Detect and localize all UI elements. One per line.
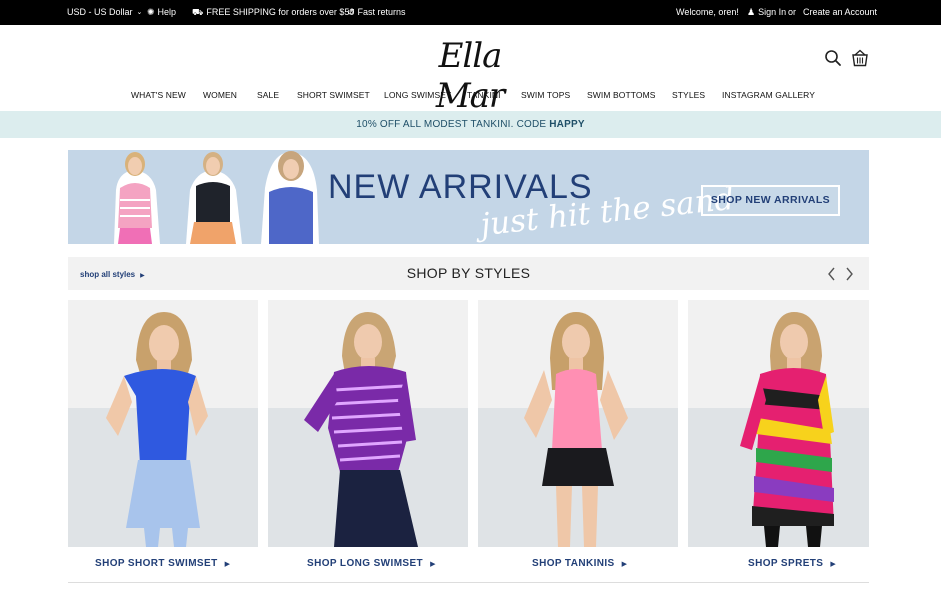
shop-tankinis-label: SHOP TANKINIS (532, 558, 615, 569)
shopping-basket-icon[interactable] (851, 49, 869, 67)
nav-item-styles[interactable]: STYLES (672, 90, 705, 100)
nav-item-whats-new[interactable]: WHAT'S NEW (131, 90, 186, 100)
carousel-next-button[interactable] (843, 266, 855, 282)
section-title: SHOP BY STYLES (406, 265, 531, 281)
shop-long-swimset-link[interactable]: SHOP LONG SWIMSET ▶ (307, 558, 436, 569)
or-separator: or (788, 7, 796, 17)
shop-sprets-label: SHOP SPRETS (748, 558, 824, 569)
fast-returns-label: Fast returns (357, 7, 406, 17)
nav-item-tankini[interactable]: TANKINI (467, 90, 501, 100)
user-icon: ♟ (747, 6, 756, 17)
search-icon[interactable] (824, 49, 842, 67)
nav-item-women[interactable]: WOMEN (203, 90, 237, 100)
model-photo-long-swimset (304, 312, 418, 547)
triangle-right-icon: ▶ (830, 561, 837, 568)
help-icon: ✺ (147, 6, 155, 17)
triangle-right-icon: ▶ (224, 561, 231, 568)
nav-item-sale[interactable]: SALE (257, 90, 279, 100)
free-shipping-link[interactable]: ⛟ FREE SHIPPING for orders over $50 (192, 7, 354, 17)
triangle-right-icon: ▶ (430, 561, 436, 568)
sign-in-link[interactable]: ♟ Sign In (747, 7, 786, 17)
create-account-label: Create an Account (803, 7, 878, 17)
shop-long-swimset-label: SHOP LONG SWIMSET (307, 558, 424, 569)
nav-item-instagram-gallery[interactable]: INSTAGRAM GALLERY (722, 90, 815, 100)
welcome-message: Welcome, oren! (676, 7, 739, 17)
welcome-text: Welcome, oren! (676, 7, 739, 17)
new-arrivals-banner[interactable]: NEW ARRIVALS just hit the sand SHOP NEW … (68, 150, 869, 244)
nav-item-short-swimset[interactable]: SHORT SWIMSET (297, 90, 370, 100)
promo-text: 10% OFF ALL MODEST TANKINI. CODE (356, 119, 550, 130)
currency-selector[interactable]: USD - US Dollar ⌄ (67, 7, 142, 17)
shop-sprets-link[interactable]: SHOP SPRETS ▶ (748, 558, 836, 569)
product-tile-short-swimset[interactable] (68, 300, 258, 547)
help-link[interactable]: ✺ Help (147, 7, 176, 17)
section-divider (68, 582, 869, 583)
nav-item-swim-tops[interactable]: SWIM TOPS (521, 90, 570, 100)
nav-item-swim-bottoms[interactable]: SWIM BOTTOMS (587, 90, 656, 100)
promo-strip[interactable]: 10% OFF ALL MODEST TANKINI. CODE HAPPY (0, 111, 941, 138)
sign-in-label: Sign In (758, 7, 787, 17)
top-utility-bar: USD - US Dollar ⌄ ✺ Help ⛟ FREE SHIPPING… (0, 0, 941, 25)
free-shipping-label: FREE SHIPPING for orders over $50 (206, 7, 355, 17)
chevron-down-icon: ⌄ (136, 9, 143, 16)
site-logo[interactable]: Ella Mar (400, 36, 540, 116)
fast-returns-link[interactable]: ↺ Fast returns (347, 7, 406, 17)
model-photo-tankini (524, 312, 628, 547)
triangle-right-icon: ▶ (621, 561, 628, 568)
model-photo-short-swimset (106, 312, 208, 547)
model-photo-blue-top (261, 151, 319, 244)
main-navigation: WHAT'S NEW WOMEN SALE SHORT SWIMSET LONG… (0, 90, 941, 104)
or-text: or (788, 7, 797, 17)
shop-new-arrivals-button[interactable]: SHOP NEW ARRIVALS (701, 185, 840, 216)
truck-icon: ⛟ (192, 6, 204, 17)
shop-short-swimset-link[interactable]: SHOP SHORT SWIMSET ▶ (95, 558, 230, 569)
model-photo-pink-top (114, 152, 160, 244)
product-tile-tankini[interactable] (478, 300, 678, 547)
shop-short-swimset-label: SHOP SHORT SWIMSET (95, 558, 218, 569)
carousel-prev-button[interactable] (826, 266, 838, 282)
help-label: Help (157, 7, 177, 17)
product-tile-sprets[interactable] (688, 300, 869, 547)
return-arrow-icon: ↺ (347, 6, 355, 17)
product-tile-long-swimset[interactable] (268, 300, 468, 547)
model-photo-sprets (740, 312, 834, 547)
currency-label: USD - US Dollar (67, 7, 133, 17)
create-account-link[interactable]: Create an Account (803, 7, 877, 17)
model-photo-black-top (186, 152, 242, 244)
nav-item-long-swimset[interactable]: LONG SWIMSET (384, 90, 451, 100)
promo-code: HAPPY (549, 119, 585, 130)
shop-tankinis-link[interactable]: SHOP TANKINIS ▶ (532, 558, 627, 569)
styles-header-bar: shop all styles ▶ SHOP BY STYLES (68, 257, 869, 290)
